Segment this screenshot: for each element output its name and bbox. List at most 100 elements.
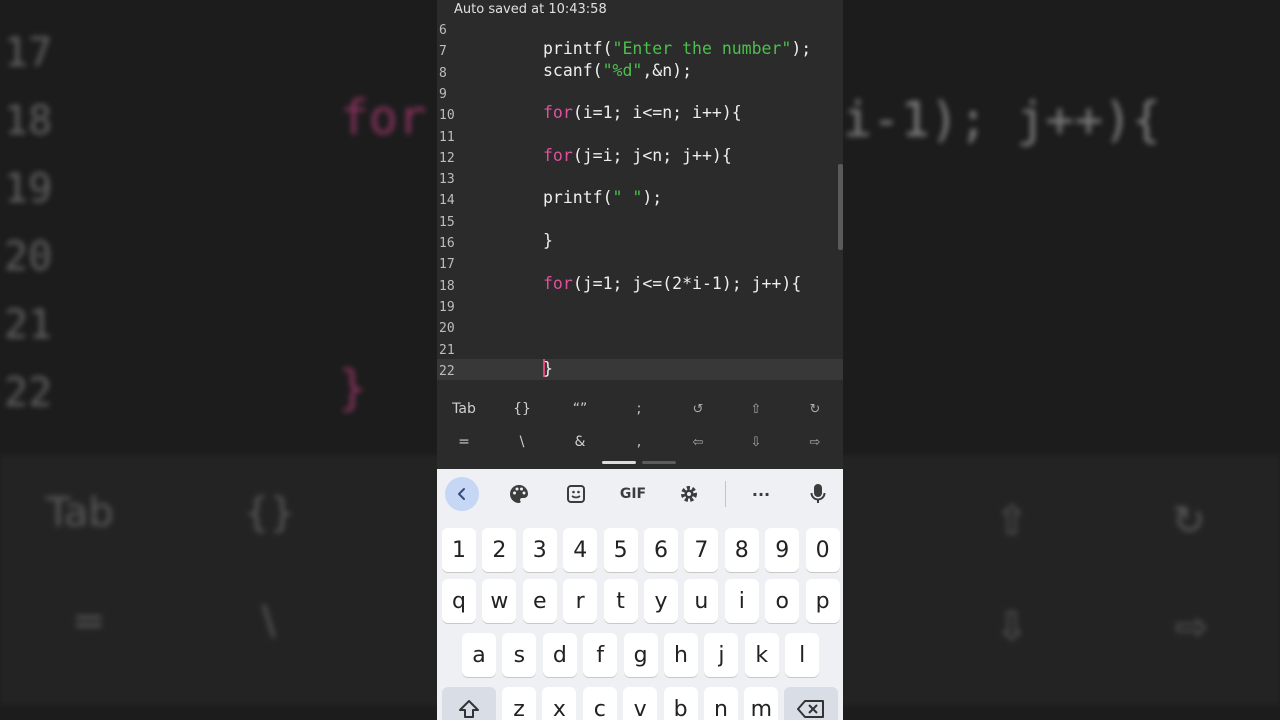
code-token: printf( bbox=[543, 39, 613, 59]
key-c[interactable]: c bbox=[582, 687, 617, 720]
key-d[interactable]: d bbox=[542, 633, 577, 677]
key-a[interactable]: a bbox=[462, 633, 496, 677]
extra-key[interactable]: \ bbox=[493, 426, 551, 458]
key-t[interactable]: t bbox=[603, 579, 638, 623]
key-y[interactable]: y bbox=[644, 579, 678, 623]
code-text: printf(" "); bbox=[543, 188, 662, 207]
code-line[interactable]: 22} bbox=[437, 358, 843, 380]
key-i[interactable]: i bbox=[724, 579, 759, 623]
extra-key[interactable]: ↺ bbox=[669, 393, 727, 425]
phone-screen: Auto saved at 10:43:58 6 7 printf("Enter t… bbox=[437, 0, 843, 720]
code-line[interactable]: 15 bbox=[437, 210, 843, 231]
key-f[interactable]: f bbox=[583, 633, 618, 677]
key-p[interactable]: p bbox=[805, 579, 840, 623]
extra-key[interactable]: Tab bbox=[437, 393, 493, 425]
key-8[interactable]: 8 bbox=[724, 528, 759, 572]
key-s[interactable]: s bbox=[502, 633, 537, 677]
key-r[interactable]: r bbox=[563, 579, 598, 623]
shift-key[interactable] bbox=[442, 687, 496, 720]
key-m[interactable]: m bbox=[744, 687, 779, 720]
key-7[interactable]: 7 bbox=[684, 528, 719, 572]
key-5[interactable]: 5 bbox=[603, 528, 638, 572]
extra-key[interactable]: ⇩ bbox=[727, 426, 785, 458]
bg-tool: ⇩ bbox=[995, 604, 1029, 650]
code-line[interactable]: 13 bbox=[437, 167, 843, 188]
extra-key[interactable]: , bbox=[610, 426, 668, 458]
code-token: scanf( bbox=[543, 60, 603, 80]
bg-line-number: 21 bbox=[4, 302, 53, 348]
key-9[interactable]: 9 bbox=[765, 528, 800, 572]
bg-code-fragment: i-1); j++){ bbox=[843, 92, 1161, 148]
code-line[interactable]: 18 for(j=1; j<=(2*i-1); j++){ bbox=[437, 274, 843, 295]
line-number: 9 bbox=[439, 86, 447, 102]
code-line[interactable]: 20 bbox=[437, 316, 843, 337]
key-x[interactable]: x bbox=[542, 687, 577, 720]
line-number: 16 bbox=[439, 236, 455, 251]
extra-key[interactable]: ⇧ bbox=[727, 393, 785, 425]
more-icon[interactable]: ··· bbox=[744, 477, 778, 511]
palette-icon[interactable] bbox=[502, 477, 536, 511]
sticker-icon[interactable] bbox=[559, 477, 593, 511]
key-b[interactable]: b bbox=[663, 687, 698, 720]
code-line[interactable]: 17 bbox=[437, 252, 843, 273]
key-l[interactable]: l bbox=[785, 633, 820, 677]
key-u[interactable]: u bbox=[684, 579, 719, 623]
code-token: (j=i; j<n; j++){ bbox=[572, 145, 732, 165]
extra-key[interactable]: ; bbox=[610, 393, 668, 425]
extra-key[interactable]: “” bbox=[551, 393, 609, 425]
key-3[interactable]: 3 bbox=[522, 528, 557, 572]
extra-key[interactable]: ⇨ bbox=[786, 426, 843, 458]
code-line[interactable]: 7 printf("Enter the number"); bbox=[437, 39, 843, 60]
extra-key[interactable]: ↻ bbox=[786, 393, 843, 425]
key-z[interactable]: z bbox=[502, 687, 536, 720]
extra-key[interactable]: = bbox=[437, 426, 493, 458]
key-1[interactable]: 1 bbox=[442, 528, 476, 572]
code-line[interactable]: 12 for(j=i; j<n; j++){ bbox=[437, 146, 843, 167]
key-q[interactable]: q bbox=[442, 579, 476, 623]
key-o[interactable]: o bbox=[765, 579, 800, 623]
key-h[interactable]: h bbox=[664, 633, 698, 677]
code-line[interactable]: 9 bbox=[437, 82, 843, 103]
extra-key[interactable]: ⇦ bbox=[669, 426, 727, 458]
key-n[interactable]: n bbox=[704, 687, 738, 720]
bg-code-keyword: for bbox=[340, 90, 427, 146]
code-line[interactable]: 14 printf(" "); bbox=[437, 188, 843, 209]
gif-button[interactable]: GIF bbox=[615, 477, 651, 511]
key-2[interactable]: 2 bbox=[482, 528, 517, 572]
key-g[interactable]: g bbox=[623, 633, 658, 677]
key-k[interactable]: k bbox=[744, 633, 779, 677]
code-line[interactable]: 11 bbox=[437, 125, 843, 146]
code-line[interactable]: 21 bbox=[437, 338, 843, 359]
code-text: for(i=1; i<=n; i++){ bbox=[543, 103, 742, 122]
code-line[interactable]: 16} bbox=[437, 231, 843, 252]
mic-icon[interactable] bbox=[801, 477, 835, 511]
line-number: 19 bbox=[439, 299, 455, 315]
code-line[interactable]: 19 bbox=[437, 295, 843, 316]
code-text: } bbox=[543, 358, 553, 378]
code-text: } bbox=[543, 231, 553, 250]
code-token: ,&n); bbox=[642, 60, 693, 80]
key-e[interactable]: e bbox=[522, 579, 557, 623]
back-icon[interactable] bbox=[445, 477, 479, 511]
key-w[interactable]: w bbox=[482, 579, 517, 623]
key-0[interactable]: 0 bbox=[805, 528, 840, 572]
keyword-token: for bbox=[543, 103, 573, 123]
key-j[interactable]: j bbox=[704, 633, 739, 677]
code-line[interactable]: 6 bbox=[437, 24, 843, 39]
gear-icon[interactable] bbox=[672, 477, 706, 511]
bg-line-number: 18 bbox=[4, 98, 53, 144]
extra-key[interactable]: {} bbox=[493, 393, 551, 425]
line-number: 8 bbox=[439, 65, 447, 81]
code-editor[interactable]: 6 7 printf("Enter the number"); 8 scanf("%d"… bbox=[437, 24, 843, 388]
key-v[interactable]: v bbox=[623, 687, 658, 720]
key-4[interactable]: 4 bbox=[563, 528, 598, 572]
code-line[interactable]: 8 scanf("%d",&n); bbox=[437, 61, 843, 82]
bg-tool: ⇨ bbox=[1175, 604, 1209, 650]
bg-line-number: 20 bbox=[4, 234, 53, 280]
code-line[interactable]: 10 for(i=1; i<=n; i++){ bbox=[437, 103, 843, 124]
line-number: 15 bbox=[439, 214, 455, 230]
extra-key[interactable]: & bbox=[551, 426, 609, 458]
key-6[interactable]: 6 bbox=[644, 528, 678, 572]
backspace-key[interactable] bbox=[784, 687, 838, 720]
code-token: printf( bbox=[543, 188, 613, 208]
